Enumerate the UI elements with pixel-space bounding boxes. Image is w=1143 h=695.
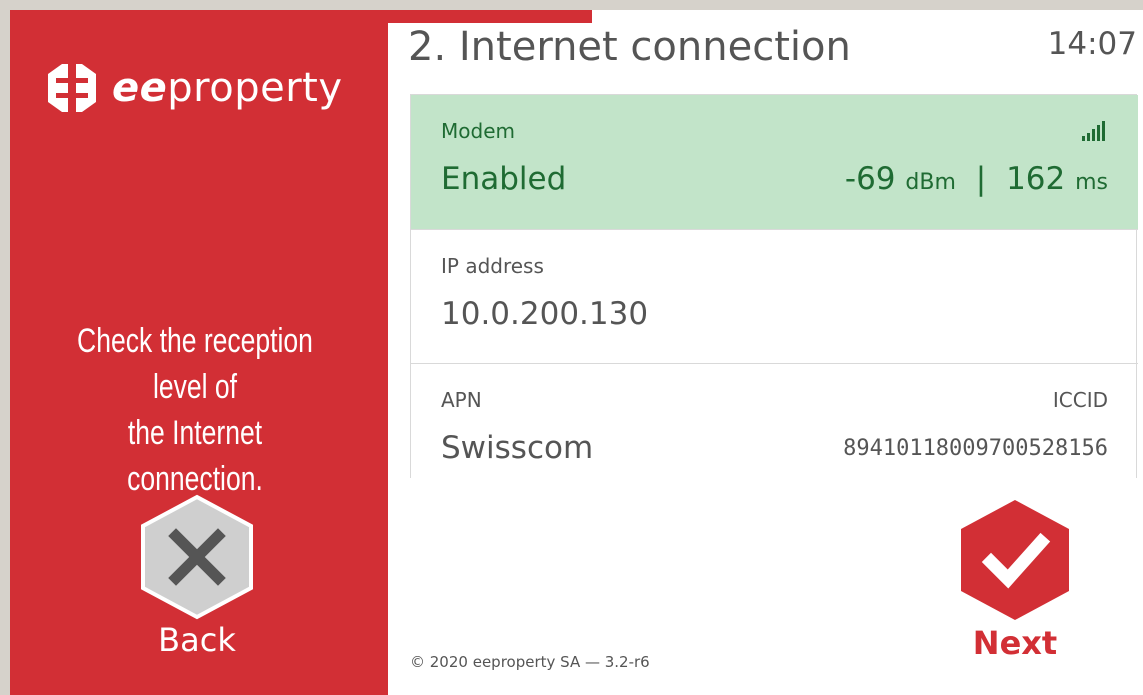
modem-value: Enabled (441, 161, 567, 197)
signal-strength: -69 (844, 161, 896, 197)
next-button[interactable]: Next (955, 496, 1075, 686)
eeproperty-logo-icon (48, 64, 96, 112)
signal-bars-icon (1082, 121, 1105, 141)
modem-label: Modem (441, 119, 515, 143)
instruction-line-1: Check the reception level of (77, 322, 313, 406)
ip-value: 10.0.200.130 (441, 296, 649, 332)
modem-row: Modem Enabled -69 dBm | 162 ms (411, 95, 1138, 230)
next-label: Next (972, 624, 1058, 662)
ip-row: IP address 10.0.200.130 (411, 230, 1138, 364)
footer-copyright: © 2020 eeproperty SA — 3.2-r6 (410, 653, 650, 671)
checkmark-icon (961, 500, 1069, 620)
iccid-value: 89410118009700528156 (843, 436, 1108, 461)
setup-screen: eeproperty Check the reception level of … (10, 10, 1143, 695)
brand-logo: eeproperty (44, 58, 343, 118)
apn-row: APN ICCID Swisscom 89410118009700528156 (411, 364, 1138, 479)
instruction-text: Check the reception level of the Interne… (66, 318, 323, 502)
apn-label: APN (441, 388, 482, 412)
signal-readout: -69 dBm | 162 ms (845, 161, 1108, 197)
connection-status-panel: Modem Enabled -69 dBm | 162 ms IP addres… (410, 94, 1138, 479)
signal-unit: dBm (905, 170, 956, 195)
latency-unit: ms (1075, 170, 1108, 195)
instruction-line-2: the Internet connection. (127, 414, 263, 498)
readout-separator: | (975, 161, 987, 197)
sidebar: eeproperty Check the reception level of … (10, 10, 388, 695)
back-label: Back (158, 621, 236, 659)
ip-label: IP address (441, 254, 544, 278)
apn-value: Swisscom (441, 430, 594, 466)
clock: 14:07 (1047, 26, 1137, 62)
close-x-icon (141, 494, 253, 620)
progress-bar (388, 10, 592, 23)
iccid-label: ICCID (1052, 388, 1108, 412)
back-button[interactable]: Back (138, 493, 256, 683)
brand-name: eeproperty (112, 65, 343, 111)
page-title: 2. Internet connection (408, 24, 851, 70)
latency-value: 162 (1006, 161, 1066, 197)
